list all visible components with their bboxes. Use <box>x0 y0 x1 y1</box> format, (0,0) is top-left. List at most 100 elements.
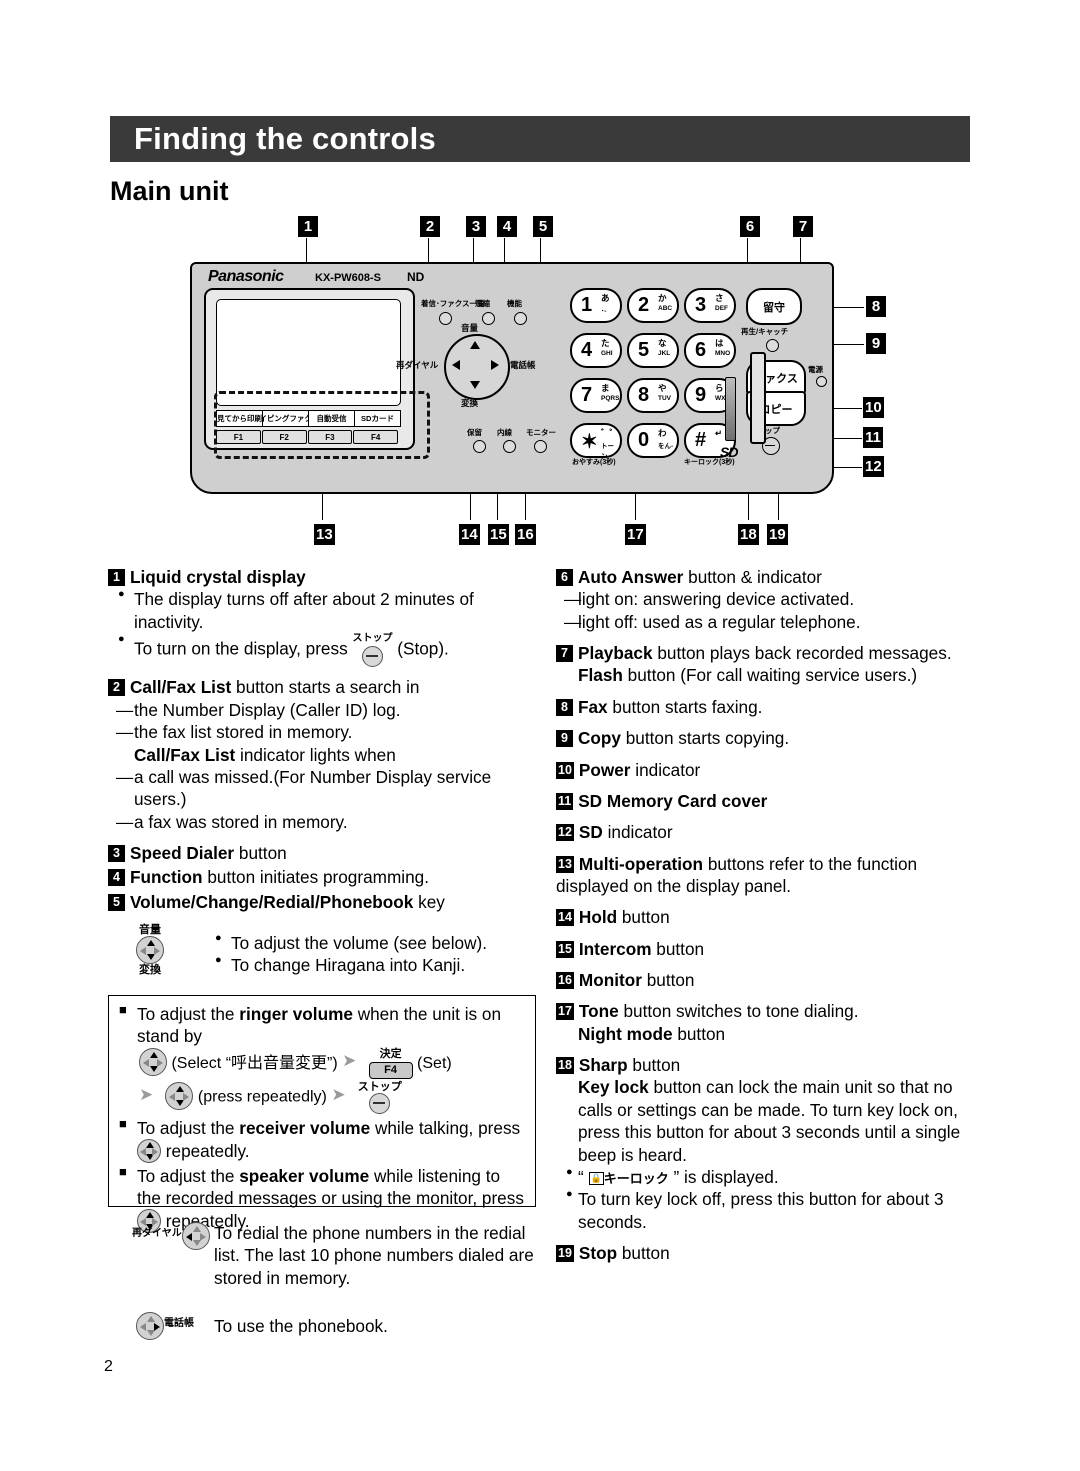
wheel-up-arrow-icon[interactable] <box>470 341 480 349</box>
item-title: Multi-operation <box>578 853 704 874</box>
auto-answer-button[interactable]: 留守 <box>746 288 802 325</box>
arrow-right-icon <box>139 1085 161 1105</box>
sd-indicator <box>725 377 736 441</box>
item-rest: button <box>646 970 695 991</box>
hold-button[interactable] <box>473 440 486 453</box>
item-title: SD Memory Card cover <box>578 790 768 811</box>
key-kana: わ <box>658 428 667 438</box>
callout-13: 13 <box>314 524 335 545</box>
keypad-key-4[interactable]: 4 た GHI <box>570 333 622 368</box>
sd-memory-card-cover[interactable] <box>750 352 766 444</box>
speed-dialer-button[interactable] <box>482 312 495 325</box>
multi-operation-highlight-box <box>214 391 430 459</box>
callout-leader-15 <box>497 492 498 520</box>
list-item-8: 8 Fax button starts faxing. <box>556 696 984 718</box>
keypad-key-5[interactable]: 5 な JKL <box>627 333 679 368</box>
item5-bullet-2: To change Hiragana into Kanji. <box>205 953 535 976</box>
key-kana: ま <box>601 383 610 393</box>
manual-page: Finding the controls Main unit 1 2 3 4 5… <box>0 0 1080 1471</box>
playback-indicator[interactable] <box>766 339 779 352</box>
subline-rest: button <box>677 1023 726 1044</box>
item-number: 11 <box>556 792 574 810</box>
wheel-down-arrow-icon[interactable] <box>470 381 480 389</box>
item-rest: button <box>656 938 705 959</box>
item-subline: Key lock button can lock the main unit s… <box>556 1076 984 1165</box>
callout-17: 17 <box>625 524 646 545</box>
key-alpha: GHI <box>601 350 613 357</box>
keypad-key-3[interactable]: 3 さ DEF <box>684 288 736 323</box>
key-digit: # <box>695 429 707 451</box>
item-bullet-stop: To turn on the display, press ストップ (Stop… <box>108 632 538 668</box>
callout-11: 11 <box>863 427 883 448</box>
key-alpha: TUV <box>658 395 671 402</box>
key-kana: た <box>601 338 610 348</box>
f4-key-icon: F4 <box>368 1062 413 1080</box>
item-number: 3 <box>108 844 125 862</box>
item-rest: button <box>632 1055 681 1076</box>
item-title: Sharp <box>578 1055 628 1076</box>
text-bold: receiver volume <box>239 1118 371 1139</box>
item-rest: indicator <box>635 759 701 780</box>
redial-icon-group: 再ダイヤル <box>132 1222 210 1250</box>
intercom-button[interactable] <box>503 440 516 453</box>
night-mode-sublabel: おやすみ(3秒) <box>572 459 616 466</box>
callout-leader-17 <box>635 492 636 520</box>
item-dash-2: light off: used as a regular telephone. <box>556 611 984 634</box>
key-digit: 9 <box>695 384 707 406</box>
list-item-7: 7 Playback button plays back recorded mes… <box>556 642 984 687</box>
item-subline: Night mode button <box>556 1023 984 1045</box>
callout-leader-18 <box>748 492 749 520</box>
wheel-left-arrow-icon[interactable] <box>452 360 460 370</box>
navigation-pad-icon <box>137 1139 161 1164</box>
key-kana: あ <box>601 293 610 303</box>
wheel-right-arrow-icon[interactable] <box>491 360 499 370</box>
key-digit: 5 <box>638 339 650 361</box>
item-rest: button plays back recorded messages. <box>657 643 952 664</box>
subline-bold: Flash <box>578 665 623 686</box>
left-text-column: 1 Liquid crystal display The display turn… <box>108 566 538 915</box>
subline-rest: button (For call waiting service users.) <box>627 665 918 686</box>
item-rest: button <box>238 842 287 863</box>
item-title: Intercom <box>578 938 652 959</box>
volume-pad-icon-group: 音量 変換 <box>128 925 172 976</box>
keypad-key-0[interactable]: 0 わ をん- <box>627 423 679 458</box>
callout-2: 2 <box>420 216 440 237</box>
text-pre: To adjust the <box>137 1166 235 1187</box>
callout-10: 10 <box>863 397 884 418</box>
key-digit: 1 <box>581 294 593 316</box>
item-title: SD <box>578 822 603 843</box>
nd-mark-icon: ND <box>407 270 425 284</box>
navigation-pad-icon <box>139 1048 167 1077</box>
callout-leader-14 <box>470 492 471 520</box>
subline-bold: Key lock <box>578 1077 649 1098</box>
keypad-key-6[interactable]: 6 は MNO <box>684 333 736 368</box>
key-alpha: MNO <box>715 350 731 357</box>
keypad-key-star-tone[interactable]: ✶ ゛゜ トーン <box>570 423 622 460</box>
playback-label: 再生/キャッチ <box>741 327 789 336</box>
key-kana: ↵ <box>715 428 723 438</box>
list-item-5: 5 Volume/Change/Redial/Phonebook key <box>108 891 538 913</box>
keypad-key-1[interactable]: 1 あ ･- <box>570 288 622 323</box>
item-subline: Call/Fax List indicator lights when <box>108 744 538 766</box>
stop-key-icon: ストップ <box>352 633 392 668</box>
call-fax-list-button[interactable] <box>439 312 452 325</box>
stop-circle-icon <box>369 1093 391 1115</box>
item-title: Hold <box>578 907 618 928</box>
item-rest: button initiates programming. <box>207 867 429 888</box>
key-digit: 0 <box>638 429 650 451</box>
monitor-button[interactable] <box>534 440 547 453</box>
keypad-key-8[interactable]: 8 や TUV <box>627 378 679 413</box>
callout-19: 19 <box>767 524 788 545</box>
function-button[interactable] <box>514 312 527 325</box>
list-item-10: 10 Power indicator <box>556 759 984 781</box>
stop-key-icon: ストップ <box>358 1081 402 1115</box>
key-kana: は <box>715 338 724 348</box>
volume-instruction-box: To adjust the ringer volume when the uni… <box>108 995 536 1234</box>
key-kana: や <box>658 383 667 393</box>
item-number: 14 <box>556 909 574 927</box>
keypad-key-7[interactable]: 7 ま PQRS <box>570 378 622 413</box>
callout-16: 16 <box>515 524 536 545</box>
receiver-volume-instruction: To adjust the receiver volume while talk… <box>115 1116 527 1164</box>
keypad-key-2[interactable]: 2 か ABC <box>627 288 679 323</box>
text-pre: To adjust the <box>137 1118 235 1139</box>
